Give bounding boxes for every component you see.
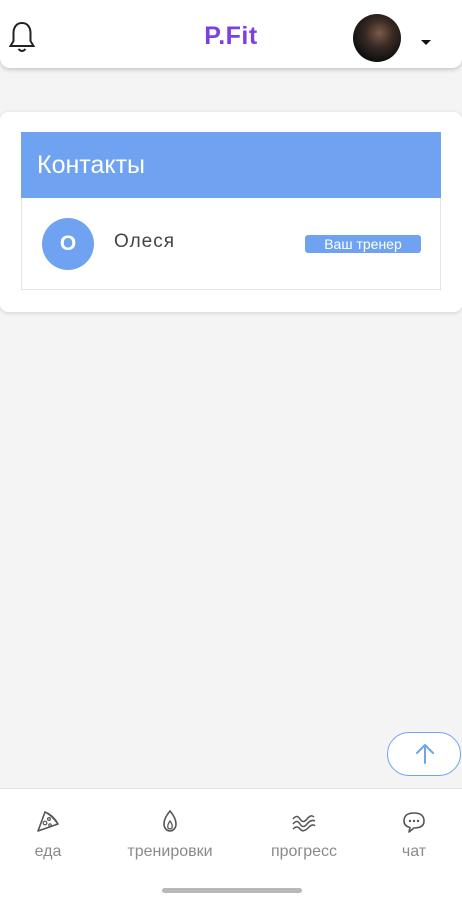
nav-item-food[interactable]: еда	[18, 789, 78, 869]
nav-label-chat: чат	[401, 843, 427, 860]
scroll-to-top-button[interactable]	[387, 732, 461, 776]
chat-bubble-icon	[403, 812, 425, 833]
trainer-badge: Ваш тренер	[305, 235, 421, 253]
nav-item-chat[interactable]: чат	[385, 789, 443, 869]
bottom-navigation: еда тренировки прогресс чат	[0, 788, 462, 901]
nav-label-food: еда	[34, 843, 62, 860]
top-app-bar: P.Fit	[0, 0, 462, 68]
contact-list-item[interactable]: О Олеся Ваш тренер	[21, 198, 441, 290]
pizza-icon	[37, 811, 59, 832]
nav-item-workouts[interactable]: тренировки	[115, 789, 225, 869]
nav-item-progress[interactable]: прогресс	[258, 789, 350, 869]
user-avatar[interactable]	[353, 14, 401, 62]
arrow-up-icon	[416, 744, 434, 764]
nav-label-workouts: тренировки	[127, 843, 213, 860]
caret-down-icon[interactable]	[420, 34, 432, 45]
contact-name: Олеся	[114, 231, 176, 252]
contacts-card: Контакты О Олеся Ваш тренер	[0, 112, 462, 312]
nav-label-progress: прогресс	[270, 843, 338, 860]
contacts-title: Контакты	[21, 132, 441, 198]
progress-wave-icon	[292, 815, 316, 832]
home-indicator	[162, 888, 302, 893]
flame-icon	[163, 809, 177, 832]
contact-avatar: О	[42, 218, 94, 270]
